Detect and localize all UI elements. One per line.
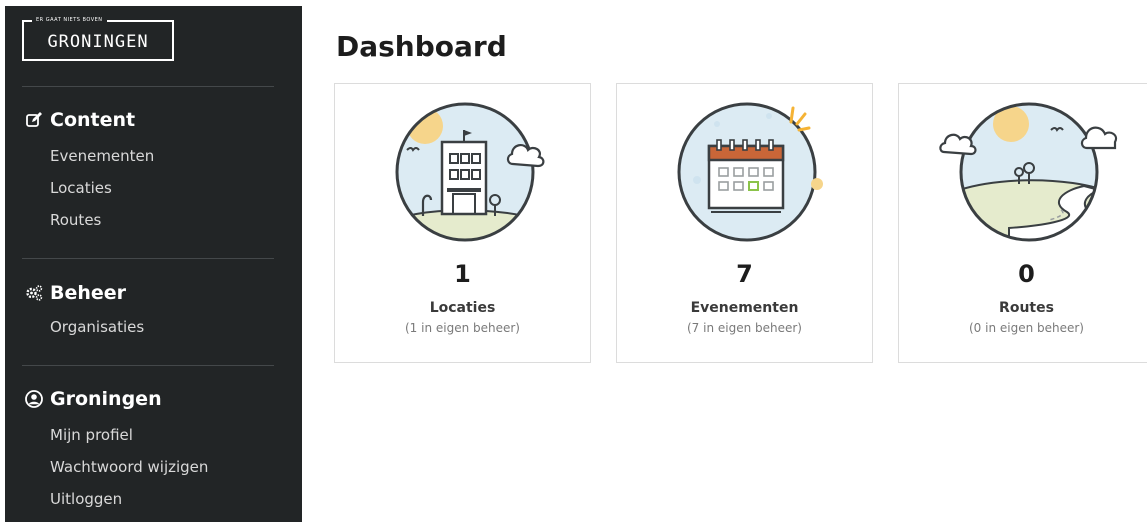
section-title-beheer-label: Beheer xyxy=(50,282,127,304)
card-evenementen[interactable]: 7 Evenementen (7 in eigen beheer) xyxy=(616,83,873,363)
section-title-groningen-label: Groningen xyxy=(50,388,162,410)
edit-icon xyxy=(26,112,42,127)
nav-wachtwoord-wijzigen[interactable]: Wachtwoord wijzigen xyxy=(50,457,208,477)
card-count: 7 xyxy=(736,260,753,288)
road-illustration xyxy=(939,102,1118,242)
section-title-groningen: Groningen xyxy=(25,387,162,411)
page-title: Dashboard xyxy=(336,30,507,63)
nav-organisaties[interactable]: Organisaties xyxy=(50,317,144,337)
logo-name: GRONINGEN xyxy=(47,32,149,52)
nav-routes[interactable]: Routes xyxy=(50,210,101,230)
card-subtext: (7 in eigen beheer) xyxy=(686,321,802,335)
nav-locaties[interactable]: Locaties xyxy=(50,178,112,198)
divider xyxy=(22,86,274,87)
divider xyxy=(22,365,274,366)
card-count: 0 xyxy=(1018,260,1035,288)
section-title-content: Content xyxy=(25,108,135,132)
groningen-logo[interactable]: ER GAAT NIETS BOVEN GRONINGEN xyxy=(22,15,174,61)
card-subtext: (0 in eigen beheer) xyxy=(968,321,1084,335)
nav-evenementen[interactable]: Evenementen xyxy=(50,146,154,166)
logo-tagline: ER GAAT NIETS BOVEN xyxy=(32,15,107,25)
gears-icon xyxy=(26,285,43,301)
card-label: Locaties xyxy=(429,300,496,316)
card-locaties[interactable]: 1 Locaties (1 in eigen beheer) xyxy=(334,83,591,363)
calendar-illustration xyxy=(677,102,823,242)
card-label: Evenementen xyxy=(690,300,799,316)
section-title-content-label: Content xyxy=(50,109,136,131)
user-circle-icon xyxy=(25,390,43,408)
nav-uitloggen[interactable]: Uitloggen xyxy=(50,489,122,509)
card-count: 1 xyxy=(454,260,471,288)
card-subtext: (1 in eigen beheer) xyxy=(404,321,520,335)
nav-mijn-profiel[interactable]: Mijn profiel xyxy=(50,425,133,445)
building-illustration xyxy=(395,102,545,242)
sidebar: ER GAAT NIETS BOVEN GRONINGEN Content Ev… xyxy=(5,6,302,522)
card-label: Routes xyxy=(999,300,1054,316)
divider xyxy=(22,258,274,259)
card-routes[interactable]: 0 Routes (0 in eigen beheer) xyxy=(898,83,1147,363)
section-title-beheer: Beheer xyxy=(25,281,126,305)
